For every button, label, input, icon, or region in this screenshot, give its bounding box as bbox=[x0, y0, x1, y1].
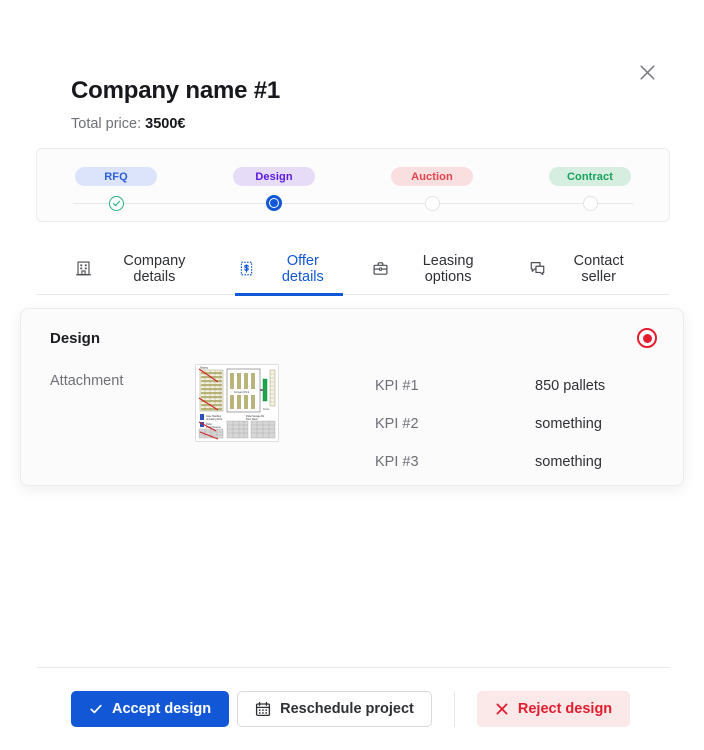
stepper-badge-contract[interactable]: Contract bbox=[549, 167, 631, 186]
stepper-badge-rfq[interactable]: RFQ bbox=[75, 167, 157, 186]
building-icon bbox=[74, 259, 93, 278]
stepper-track bbox=[37, 195, 669, 211]
stepper-dots bbox=[37, 195, 669, 211]
svg-text:Staging: Staging bbox=[200, 366, 209, 369]
svg-text:Doors: Doors bbox=[263, 408, 270, 411]
reschedule-project-button[interactable]: Reschedule project bbox=[237, 691, 432, 727]
close-icon[interactable] bbox=[634, 59, 660, 85]
kpi-value: something bbox=[535, 416, 602, 432]
svg-text:Case Handling: Case Handling bbox=[206, 416, 222, 418]
stepper-dot-col-design bbox=[195, 195, 353, 211]
radio-filled-icon[interactable] bbox=[267, 196, 281, 210]
svg-text:Forward Pick: Forward Pick bbox=[234, 390, 250, 394]
receipt-dollar-icon bbox=[237, 259, 256, 278]
accept-design-label: Accept design bbox=[112, 701, 212, 717]
footer-divider bbox=[36, 667, 670, 668]
progress-stepper: RFQ Design Auction Contract bbox=[36, 148, 670, 222]
check-icon bbox=[89, 702, 103, 716]
kpi-row: KPI #2 something bbox=[375, 405, 657, 443]
tab-leasing-options[interactable]: Leasing options bbox=[369, 243, 500, 295]
svg-text:Pallet Storage Rk: Pallet Storage Rk bbox=[246, 415, 265, 418]
warehouse-layout-thumbnail[interactable]: Forward Pick Doors Case Handling Unloadi… bbox=[195, 364, 279, 442]
svg-text:Pallet: Pallet bbox=[206, 423, 212, 426]
attachment-label: Attachment bbox=[50, 373, 124, 389]
total-price-label: Total price: bbox=[71, 116, 142, 132]
tab-offer-details[interactable]: Offer details bbox=[235, 243, 343, 296]
kpi-value: 850 pallets bbox=[535, 378, 606, 394]
stepper-dot-col-auction bbox=[353, 195, 511, 211]
kpi-key: KPI #1 bbox=[375, 378, 419, 394]
page-title: Company name #1 bbox=[71, 77, 281, 104]
accept-design-button[interactable]: Accept design bbox=[71, 691, 230, 727]
kpi-key: KPI #3 bbox=[375, 454, 419, 470]
calendar-icon bbox=[255, 701, 271, 717]
stepper-col-auction: Auction bbox=[353, 167, 511, 186]
tab-label: Contact seller bbox=[573, 252, 624, 285]
kpi-key: KPI #2 bbox=[375, 416, 419, 432]
kpi-list: KPI #1 850 pallets KPI #2 something KPI … bbox=[375, 364, 657, 481]
footer-separator bbox=[453, 691, 455, 727]
kpi-value: something bbox=[535, 454, 602, 470]
stepper-col-contract: Contract bbox=[511, 167, 669, 186]
stepper-badges: RFQ Design Auction Contract bbox=[37, 167, 669, 186]
tab-label: Leasing options bbox=[422, 252, 474, 285]
tab-contact-seller[interactable]: Contact seller bbox=[526, 243, 644, 295]
design-card-title: Design bbox=[50, 329, 101, 347]
stepper-col-design: Design bbox=[195, 167, 353, 186]
tab-label: Offer details bbox=[281, 252, 324, 285]
radio-selected-icon[interactable] bbox=[637, 328, 657, 348]
check-circle-icon[interactable] bbox=[108, 195, 124, 211]
design-offer-card[interactable]: Design Attachment Forward Pick Doors Cas… bbox=[20, 308, 684, 486]
stepper-col-rfq: RFQ bbox=[37, 167, 195, 186]
stepper-badge-auction[interactable]: Auction bbox=[391, 167, 473, 186]
reject-design-label: Reject design bbox=[517, 701, 613, 717]
briefcase-icon bbox=[371, 259, 390, 278]
kpi-row: KPI #3 something bbox=[375, 443, 657, 481]
modal-header: Company name #1 Total price: 3500€ bbox=[0, 0, 704, 134]
total-price-value: 3500€ bbox=[145, 116, 186, 132]
svg-text:Unloading Dock: Unloading Dock bbox=[206, 419, 223, 421]
design-card-body: Attachment Forward Pick Doors Case Handl… bbox=[21, 348, 683, 481]
kpi-row: KPI #1 850 pallets bbox=[375, 367, 657, 405]
chat-bubbles-icon bbox=[528, 259, 547, 278]
tab-label: Company details bbox=[123, 252, 186, 285]
reject-design-button[interactable]: Reject design bbox=[476, 691, 631, 727]
x-icon bbox=[495, 702, 509, 716]
footer-actions: Accept design Reschedule project Reject … bbox=[71, 691, 631, 727]
svg-text:Floor Stack: Floor Stack bbox=[246, 418, 258, 421]
stepper-badge-design[interactable]: Design bbox=[233, 167, 315, 186]
tab-company-details[interactable]: Company details bbox=[72, 243, 209, 295]
tab-bar: Company details Offer details Leasing op… bbox=[36, 243, 670, 296]
design-card-header: Design bbox=[21, 309, 683, 348]
circle-empty-icon[interactable] bbox=[582, 195, 598, 211]
stepper-dot-col-contract bbox=[511, 195, 669, 211]
reschedule-project-label: Reschedule project bbox=[280, 701, 414, 717]
offer-details-modal: Company name #1 Total price: 3500€ RFQ D… bbox=[0, 0, 704, 750]
stepper-dot-col-rfq bbox=[37, 195, 195, 211]
attachment-thumb-wrap: Forward Pick Doors Case Handling Unloadi… bbox=[195, 364, 375, 481]
total-price: Total price: 3500€ bbox=[71, 114, 704, 134]
circle-empty-icon[interactable] bbox=[424, 195, 440, 211]
